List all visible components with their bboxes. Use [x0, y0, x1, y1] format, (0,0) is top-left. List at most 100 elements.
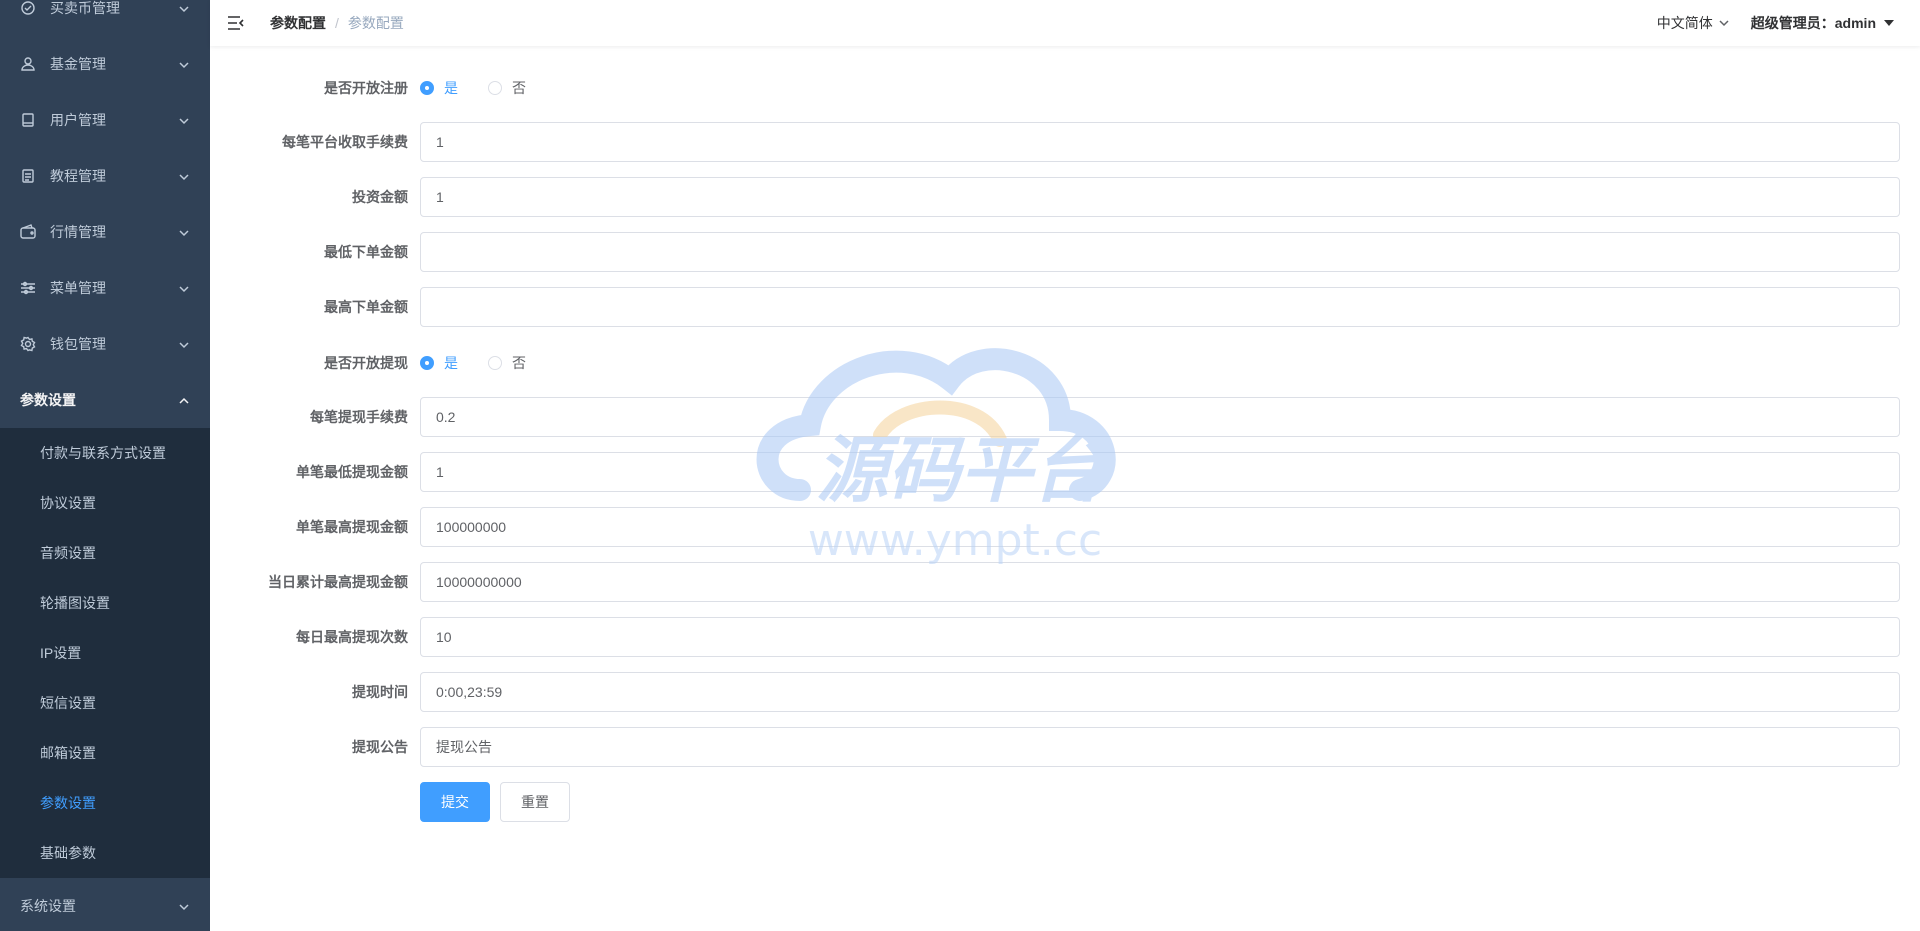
top-navbar: 参数配置 / 参数配置 中文简体 超级管理员：admin	[210, 0, 1920, 46]
sidebar-item-tutorial[interactable]: 教程管理	[0, 148, 210, 204]
invest-amount-input[interactable]: 1	[420, 177, 1900, 217]
radio-label: 是	[444, 355, 458, 371]
breadcrumb-separator: /	[335, 15, 339, 31]
sidebar-item-label: 买卖币管理	[50, 0, 120, 16]
submenu-params: 付款与联系方式设置 协议设置 音频设置 轮播图设置 IP设置 短信设置 邮箱设置…	[0, 428, 210, 878]
max-withdraw-input[interactable]: 100000000	[420, 507, 1900, 547]
sub-item-audio[interactable]: 音频设置	[0, 528, 210, 578]
daily-max-withdraw-input[interactable]: 10000000000	[420, 562, 1900, 602]
radio-dot	[488, 81, 502, 95]
sub-item-payment[interactable]: 付款与联系方式设置	[0, 428, 210, 478]
sidebar-menu: 买卖币管理 基金管理 用户管理 教程管理 行情管理 菜单管理 钱包管理 参数设置…	[0, 0, 210, 931]
min-order-input[interactable]	[420, 232, 1900, 272]
form-row-open-register: 是否开放注册 是 否	[210, 68, 1920, 108]
chevron-down-icon	[178, 2, 190, 14]
language-label: 中文简体	[1656, 15, 1713, 31]
chevron-down-icon	[178, 170, 190, 182]
gear-icon	[20, 336, 36, 352]
chevron-down-icon	[178, 338, 190, 350]
daily-withdraw-times-input[interactable]: 10	[420, 617, 1900, 657]
sidebar-item-menu[interactable]: 菜单管理	[0, 260, 210, 316]
form-row-withdraw-notice: 提现公告 提现公告	[210, 727, 1920, 767]
form-label: 当日累计最高提现金额	[268, 574, 408, 590]
hamburger-icon[interactable]	[226, 13, 246, 33]
radio-register-yes[interactable]: 是	[420, 78, 458, 98]
sub-item-sms[interactable]: 短信设置	[0, 678, 210, 728]
radio-label: 是	[444, 80, 458, 96]
sidebar-item-label: 教程管理	[50, 168, 106, 184]
radio-label: 否	[512, 355, 526, 371]
sidebar-item-params[interactable]: 参数设置	[0, 372, 210, 428]
radio-dot	[420, 81, 434, 95]
check-circle-icon	[20, 0, 36, 16]
sidebar-item-users[interactable]: 用户管理	[0, 92, 210, 148]
sub-item-agreement[interactable]: 协议设置	[0, 478, 210, 528]
sidebar-item-fund[interactable]: 基金管理	[0, 36, 210, 92]
sub-item-carousel[interactable]: 轮播图设置	[0, 578, 210, 628]
sidebar-item-market[interactable]: 行情管理	[0, 204, 210, 260]
sub-item-email[interactable]: 邮箱设置	[0, 728, 210, 778]
radio-group-register: 是 否	[420, 78, 556, 98]
form-label: 单笔最高提现金额	[296, 519, 408, 535]
radio-register-no[interactable]: 否	[488, 78, 526, 98]
language-select[interactable]: 中文简体	[1657, 13, 1729, 33]
form-row-withdraw-fee: 每笔提现手续费 0.2	[210, 397, 1920, 437]
breadcrumb-item[interactable]: 参数配置	[270, 13, 326, 33]
form-label: 最低下单金额	[324, 244, 408, 260]
form-row-daily-withdraw-times: 每日最高提现次数 10	[210, 617, 1920, 657]
platform-fee-input[interactable]: 1	[420, 122, 1900, 162]
max-order-input[interactable]	[420, 287, 1900, 327]
user-name: 超级管理员：admin	[1750, 15, 1876, 31]
form-label: 每笔平台收取手续费	[282, 134, 408, 150]
form-label: 是否开放注册	[324, 80, 408, 96]
radio-group-withdraw: 是 否	[420, 353, 556, 373]
chevron-down-icon	[178, 900, 190, 912]
sidebar-item-label: 用户管理	[50, 112, 106, 128]
radio-withdraw-yes[interactable]: 是	[420, 353, 458, 373]
form-label: 是否开放提现	[324, 355, 408, 371]
withdraw-notice-input[interactable]: 提现公告	[420, 727, 1900, 767]
document-icon	[20, 168, 36, 184]
form-row-min-order: 最低下单金额	[210, 232, 1920, 272]
chevron-down-icon	[178, 282, 190, 294]
form-label: 每笔提现手续费	[310, 409, 408, 425]
sidebar-item-label: 系统设置	[20, 898, 76, 914]
sidebar-item-label: 参数设置	[20, 392, 76, 408]
chevron-up-icon	[178, 394, 190, 406]
user-dropdown[interactable]: 超级管理员：admin	[1751, 13, 1894, 33]
form-row-platform-fee: 每笔平台收取手续费 1	[210, 122, 1920, 162]
sub-item-params-active[interactable]: 参数设置	[0, 778, 210, 828]
sub-item-ip[interactable]: IP设置	[0, 628, 210, 678]
book-icon	[20, 112, 36, 128]
chevron-down-icon	[178, 58, 190, 70]
form-label: 单笔最低提现金额	[296, 464, 408, 480]
caret-down-icon	[1884, 20, 1894, 26]
sidebar-item-label: 基金管理	[50, 56, 106, 72]
sidebar: 买卖币管理 基金管理 用户管理 教程管理 行情管理 菜单管理 钱包管理 参数设置…	[0, 0, 210, 931]
user-icon	[20, 56, 36, 72]
form-row-max-withdraw: 单笔最高提现金额 100000000	[210, 507, 1920, 547]
form-row-invest-amount: 投资金额 1	[210, 177, 1920, 217]
navbar-right: 中文简体 超级管理员：admin	[1657, 0, 1894, 46]
form-row-daily-max-withdraw: 当日累计最高提现金额 10000000000	[210, 562, 1920, 602]
reset-button[interactable]: 重置	[500, 782, 570, 822]
breadcrumb: 参数配置 / 参数配置	[270, 13, 404, 33]
min-withdraw-input[interactable]: 1	[420, 452, 1900, 492]
sub-item-basic-params[interactable]: 基础参数	[0, 828, 210, 878]
form-row-max-order: 最高下单金额	[210, 287, 1920, 327]
sidebar-item-system[interactable]: 系统设置	[0, 878, 210, 931]
withdraw-time-input[interactable]: 0:00,23:59	[420, 672, 1900, 712]
radio-dot	[420, 356, 434, 370]
form-label: 提现公告	[352, 739, 408, 755]
breadcrumb-current: 参数配置	[347, 15, 404, 31]
withdraw-fee-input[interactable]: 0.2	[420, 397, 1900, 437]
form-label: 投资金额	[352, 189, 408, 205]
sidebar-item-trade-coin[interactable]: 买卖币管理	[0, 0, 210, 36]
radio-dot	[488, 356, 502, 370]
submit-button[interactable]: 提交	[420, 782, 490, 822]
radio-withdraw-no[interactable]: 否	[488, 353, 526, 373]
sidebar-item-wallet[interactable]: 钱包管理	[0, 316, 210, 372]
chevron-down-icon	[178, 114, 190, 126]
radio-label: 否	[512, 80, 526, 96]
chevron-down-icon	[178, 226, 190, 238]
